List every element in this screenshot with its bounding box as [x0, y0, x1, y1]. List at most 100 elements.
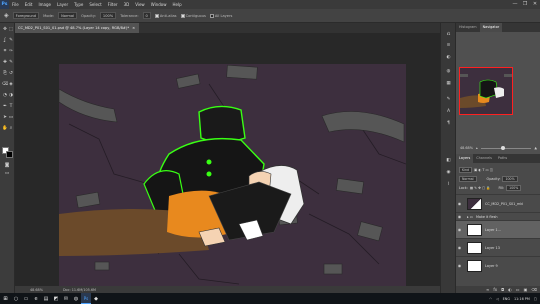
network-icon[interactable]: ◠ [489, 297, 492, 301]
layer-item[interactable]: ◉ Layer 9 [456, 256, 540, 274]
menu-edit[interactable]: Edit [22, 2, 36, 7]
layer-kind-select[interactable]: Kind [459, 166, 473, 173]
dodge-tool-icon[interactable]: ◑ [8, 93, 14, 99]
swatches-icon[interactable]: ▦ [445, 80, 452, 87]
layer-fill-input[interactable]: 100% [506, 184, 522, 191]
filter-icons[interactable]: ▣ ◐ T ▭ ◫ [474, 168, 493, 172]
fx-icon[interactable]: fx [493, 287, 497, 292]
photoshop-taskbar-icon[interactable]: Ps [81, 293, 91, 304]
layer-item[interactable]: ◉ CC_MD2_P01_S01_mkl [456, 194, 540, 212]
adjustments-icon[interactable]: ◐ [445, 54, 452, 61]
search-icon[interactable]: ○ [11, 293, 21, 304]
layer-folder[interactable]: ◉ ▸ ▭ Make it flesh [456, 212, 540, 220]
visibility-eye-icon[interactable]: ◉ [456, 227, 463, 232]
paragraph-icon[interactable]: ¶ [445, 120, 452, 127]
rectangle-tool-icon[interactable]: ▭ [8, 115, 14, 121]
opacity-input[interactable]: 100% [99, 12, 117, 19]
layer-item-active[interactable]: ◉ Layer 1... [456, 220, 540, 238]
character-icon[interactable]: A [445, 108, 452, 115]
zoom-in-icon[interactable]: ▲ [534, 146, 537, 150]
mail-icon[interactable]: ✉ [61, 293, 71, 304]
document-tab[interactable]: CC_MD2_P01_S01_01.psd @ 48.7% (Layer 14 … [15, 23, 140, 33]
screen-mode-icon[interactable]: ▭ [4, 171, 10, 177]
type-tool-icon[interactable]: T [8, 104, 14, 110]
mask-icon[interactable]: ◘ [501, 287, 504, 292]
doc-size-readout[interactable]: Doc: 11.6M/105.6M [63, 288, 96, 292]
blend-mode-select[interactable]: Normal [459, 175, 477, 182]
new-group-icon[interactable]: ▭ [516, 287, 520, 292]
layer-item[interactable]: ◉ Layer 13 [456, 238, 540, 256]
eyedropper-tool-icon[interactable]: ✑ [8, 49, 14, 55]
canvas-area[interactable] [15, 33, 440, 297]
link-layers-icon[interactable]: ∞ [486, 287, 489, 292]
language-indicator[interactable]: ENG [503, 297, 510, 301]
contiguous-checkbox[interactable]: Contiguous [180, 13, 206, 18]
trash-icon[interactable]: ⌫ [531, 287, 537, 292]
quick-select-tool-icon[interactable]: ✎ [8, 38, 14, 44]
tolerance-input[interactable]: 0 [142, 12, 151, 19]
tab-navigator[interactable]: Navigator [479, 23, 503, 32]
brush-settings-icon[interactable]: ✎ [445, 96, 452, 103]
file-explorer-icon[interactable]: ▤ [41, 293, 51, 304]
maximize-button[interactable]: ❐ [520, 0, 530, 9]
menu-type[interactable]: Type [71, 2, 86, 7]
tab-layers[interactable]: Layers [456, 154, 474, 163]
antialias-checkbox[interactable]: Anti-alias [154, 13, 177, 18]
mode-select[interactable]: Normal [58, 12, 78, 19]
tab-histogram[interactable]: Histogram [456, 23, 480, 32]
close-tab-icon[interactable]: × [132, 26, 135, 30]
new-layer-icon[interactable]: ▣ [524, 287, 528, 292]
properties-icon[interactable]: ≡ [445, 42, 452, 49]
visibility-eye-icon[interactable]: ◉ [456, 201, 463, 206]
menu-view[interactable]: View [132, 2, 148, 7]
visibility-eye-icon[interactable]: ◉ [456, 245, 463, 250]
paint-bucket-tool-icon[interactable]: ◈ [8, 82, 14, 88]
zoom-out-icon[interactable]: ▴ [476, 146, 478, 150]
visibility-eye-icon[interactable]: ◉ [456, 214, 463, 219]
lock-icons[interactable]: ▦ ✎ ✥ ▢ 🔒 [470, 186, 491, 190]
store-icon[interactable]: ◩ [51, 293, 61, 304]
navigator-zoom-value[interactable]: 48.68% [460, 146, 473, 150]
menu-help[interactable]: Help [169, 2, 184, 7]
adjustment-layer-icon[interactable]: ◐ [508, 287, 512, 292]
notifications-icon[interactable]: ▢ [534, 297, 537, 301]
fill-source-select[interactable]: Foreground [12, 12, 40, 19]
app-icon[interactable]: ◆ [91, 293, 101, 304]
color-icon[interactable]: ◍ [445, 68, 452, 75]
paint-bucket-icon[interactable]: ◈ [4, 12, 9, 19]
volume-icon[interactable]: ◁ [496, 297, 499, 301]
all-layers-checkbox[interactable]: All Layers [209, 13, 232, 18]
edge-icon[interactable]: e [31, 293, 41, 304]
zoom-readout[interactable]: 48.68% [30, 288, 43, 292]
tab-channels[interactable]: Channels [473, 154, 495, 163]
zoom-tool-icon[interactable]: ⌕ [8, 126, 14, 132]
close-window-button[interactable]: ✕ [530, 0, 540, 9]
menu-select[interactable]: Select [86, 2, 104, 7]
layers-icon[interactable]: ◧ [445, 157, 452, 164]
menu-image[interactable]: Image [35, 2, 54, 7]
paths-icon[interactable]: ⌇ [445, 181, 452, 188]
menu-layer[interactable]: Layer [54, 2, 71, 7]
brush-tool-icon[interactable]: ✎ [8, 60, 14, 66]
task-view-icon[interactable]: ▭ [21, 293, 31, 304]
menu-file[interactable]: File [9, 2, 22, 7]
start-button[interactable]: ⊞ [0, 293, 11, 304]
marquee-tool-icon[interactable]: ⬚ [8, 27, 14, 33]
channels-icon[interactable]: ◉ [445, 169, 452, 176]
minimize-button[interactable]: — [510, 0, 520, 9]
quick-mask-icon[interactable]: ◙ [4, 163, 10, 169]
chrome-icon[interactable]: ◍ [71, 293, 81, 304]
history-brush-tool-icon[interactable]: ↺ [8, 71, 14, 77]
menu-window[interactable]: Window [148, 2, 170, 7]
menu-filter[interactable]: Filter [105, 2, 121, 7]
tab-paths[interactable]: Paths [495, 154, 510, 163]
navigator-slider-knob[interactable] [500, 145, 505, 150]
history-icon[interactable]: ⎌ [445, 30, 452, 37]
background-color-swatch[interactable] [6, 151, 13, 158]
navigator-zoom-slider[interactable] [480, 145, 532, 150]
layer-opacity-input[interactable]: 100% [502, 175, 518, 182]
visibility-eye-icon[interactable]: ◉ [456, 263, 463, 268]
menu-3d[interactable]: 3D [121, 2, 133, 7]
navigator-preview[interactable] [459, 67, 513, 115]
clock[interactable]: 11:16 PM [514, 297, 530, 301]
